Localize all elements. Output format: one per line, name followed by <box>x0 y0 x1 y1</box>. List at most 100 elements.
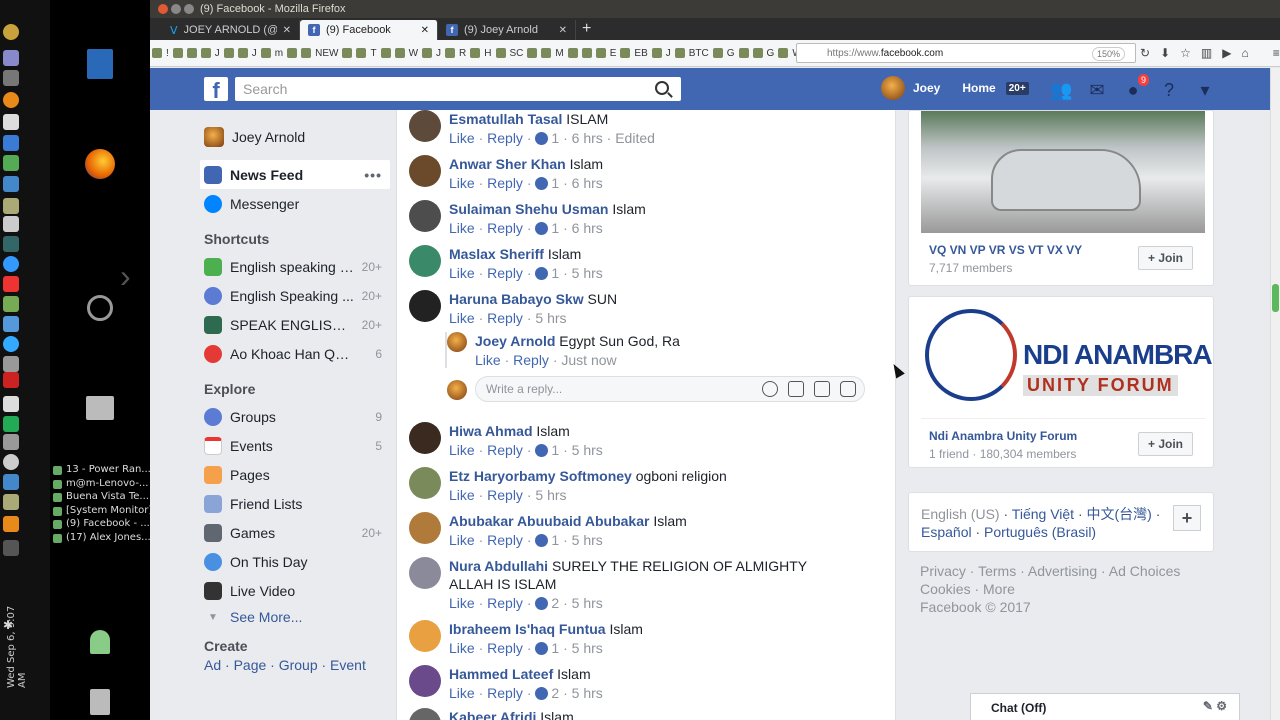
avatar[interactable] <box>409 290 441 322</box>
bookmark-item[interactable] <box>527 48 537 58</box>
drive-icon[interactable] <box>72 388 128 428</box>
user-icon[interactable] <box>72 622 128 662</box>
close-tab-icon[interactable]: ✕ <box>559 25 567 36</box>
avatar[interactable] <box>409 620 441 652</box>
sidebar-item-pages[interactable]: Pages <box>200 460 390 489</box>
bookmark-item[interactable]: J <box>652 48 671 59</box>
launcher-app-icon[interactable] <box>3 316 19 332</box>
reply-button[interactable]: Reply <box>487 640 523 656</box>
launcher-app-icon[interactable] <box>3 198 19 214</box>
commenter-name[interactable]: Hiwa Ahmad <box>449 423 533 439</box>
bookmark-item[interactable]: G <box>753 48 775 59</box>
launcher-app-icon[interactable] <box>3 540 19 556</box>
comment-time[interactable]: 6 hrs · Edited <box>572 130 655 146</box>
sidebar-item-friend-lists[interactable]: Friend Lists <box>200 489 390 518</box>
footer-links[interactable]: Cookies · More <box>920 580 1210 598</box>
bookmark-item[interactable]: SC <box>496 48 524 59</box>
comment-time[interactable]: 5 hrs <box>572 265 603 281</box>
add-language-button[interactable]: + <box>1173 505 1201 531</box>
help-icon[interactable]: ? <box>1158 80 1180 100</box>
language-link[interactable]: English (US) <box>921 506 1000 522</box>
sidebar-item-news-feed[interactable]: News Feed ••• <box>200 160 390 189</box>
launcher-app-icon[interactable] <box>3 216 19 232</box>
like-button[interactable]: Like <box>449 220 475 236</box>
bookmark-item[interactable]: M <box>541 48 563 59</box>
avatar[interactable] <box>447 332 467 352</box>
window-item[interactable]: m@m-Lenovo-... <box>50 478 150 492</box>
url-bar[interactable]: https://www. facebook.com 150% <box>796 43 1136 63</box>
launcher-app-icon[interactable] <box>3 396 19 412</box>
comment-time[interactable]: 6 hrs <box>572 220 603 236</box>
library-icon[interactable]: ▥ <box>1201 46 1212 60</box>
avatar[interactable] <box>409 200 441 232</box>
friend-requests-icon[interactable]: 👥 <box>1050 80 1072 100</box>
reply-button[interactable]: Reply <box>487 265 523 281</box>
tab-twitter[interactable]: ᐯJOEY ARNOLD (@joey✕ <box>162 20 300 40</box>
comment-time[interactable]: 5 hrs <box>572 442 603 458</box>
launcher-app-icon[interactable] <box>3 70 19 86</box>
bookmark-item[interactable] <box>287 48 297 58</box>
window-item[interactable]: (17) Alex Jones... <box>50 532 150 546</box>
like-button[interactable]: Like <box>449 640 475 656</box>
shortcut-item[interactable]: English Speaking ... 20+ <box>200 281 390 310</box>
sidebar-profile[interactable]: Joey Arnold <box>200 122 390 151</box>
launcher-app-icon[interactable] <box>3 494 19 510</box>
like-button[interactable]: Like <box>449 130 475 146</box>
sidebar-item-messenger[interactable]: Messenger <box>200 189 390 218</box>
launcher-app-icon[interactable] <box>3 434 19 450</box>
launcher-app-icon[interactable] <box>3 24 19 40</box>
zoom-level[interactable]: 150% <box>1091 47 1125 61</box>
profile-link[interactable]: Joey <box>913 81 940 95</box>
avatar[interactable] <box>881 76 905 100</box>
bookmark-item[interactable]: BTC <box>675 48 709 59</box>
bookmark-item[interactable] <box>381 48 391 58</box>
search-icon[interactable] <box>655 81 669 95</box>
group-cover-image[interactable] <box>921 111 1205 233</box>
close-window-button[interactable] <box>158 4 168 14</box>
like-button[interactable]: Like <box>449 175 475 191</box>
window-item[interactable]: [System Monitor] <box>50 505 150 519</box>
bookmark-item[interactable]: H <box>470 48 491 59</box>
sidebar-item-live-video[interactable]: Live Video <box>200 576 390 605</box>
reply-button[interactable]: Reply <box>513 352 549 368</box>
chevron-down-icon[interactable]: ▾ <box>1194 80 1216 100</box>
comment-time[interactable]: 5 hrs <box>535 487 566 503</box>
comment-time[interactable]: 6 hrs <box>572 175 603 191</box>
launcher-app-icon[interactable] <box>3 454 19 470</box>
comment-time[interactable]: 5 hrs <box>572 685 603 701</box>
filezilla-icon[interactable] <box>3 372 19 388</box>
launcher-app-icon[interactable] <box>3 256 19 272</box>
minimize-window-button[interactable] <box>171 4 181 14</box>
comment-time[interactable]: 5 hrs <box>535 310 566 326</box>
gif-icon[interactable] <box>814 381 830 397</box>
reply-button[interactable]: Reply <box>487 595 523 611</box>
reload-icon[interactable]: ↻ <box>1140 46 1150 60</box>
commenter-name[interactable]: Abubakar Abuubaid Abubakar <box>449 513 649 529</box>
window-item[interactable]: (9) Facebook - ... <box>50 518 150 532</box>
sidebar-item-on-this-day[interactable]: On This Day <box>200 547 390 576</box>
avatar[interactable] <box>409 422 441 454</box>
commenter-name[interactable]: Hammed Lateef <box>449 666 553 682</box>
launcher-app-icon[interactable] <box>3 176 19 192</box>
reply-button[interactable]: Reply <box>487 175 523 191</box>
shortcut-item[interactable]: English speaking g... 20+ <box>200 252 390 281</box>
commenter-name[interactable]: Haruna Babayo Skw <box>449 291 584 307</box>
shortcut-item[interactable]: Ao Khoac Han Quo... 6 <box>200 339 390 368</box>
bookmark-item[interactable]: ! <box>152 48 169 59</box>
launcher-app-icon[interactable] <box>3 155 19 171</box>
like-button[interactable]: Like <box>449 595 475 611</box>
commenter-name[interactable]: Nura Abdullahi <box>449 558 548 574</box>
commenter-name[interactable]: Maslax Sheriff <box>449 246 544 262</box>
maximize-window-button[interactable] <box>184 4 194 14</box>
launcher-app-icon[interactable] <box>3 336 19 352</box>
avatar[interactable] <box>409 665 441 697</box>
home-link[interactable]: Home <box>962 81 995 95</box>
avatar[interactable] <box>409 708 441 720</box>
commenter-name[interactable]: Joey Arnold <box>475 333 555 349</box>
bookmark-item[interactable]: m <box>261 48 283 59</box>
commenter-name[interactable]: Sulaiman Shehu Usman <box>449 201 608 217</box>
group-name[interactable]: VQ VN VP VR VS VT VX VY <box>929 243 1082 257</box>
language-link[interactable]: Tiếng Việt <box>1012 506 1074 522</box>
reply-input[interactable]: Write a reply... <box>475 376 865 402</box>
sidebar-item-groups[interactable]: Groups 9 <box>200 402 390 431</box>
